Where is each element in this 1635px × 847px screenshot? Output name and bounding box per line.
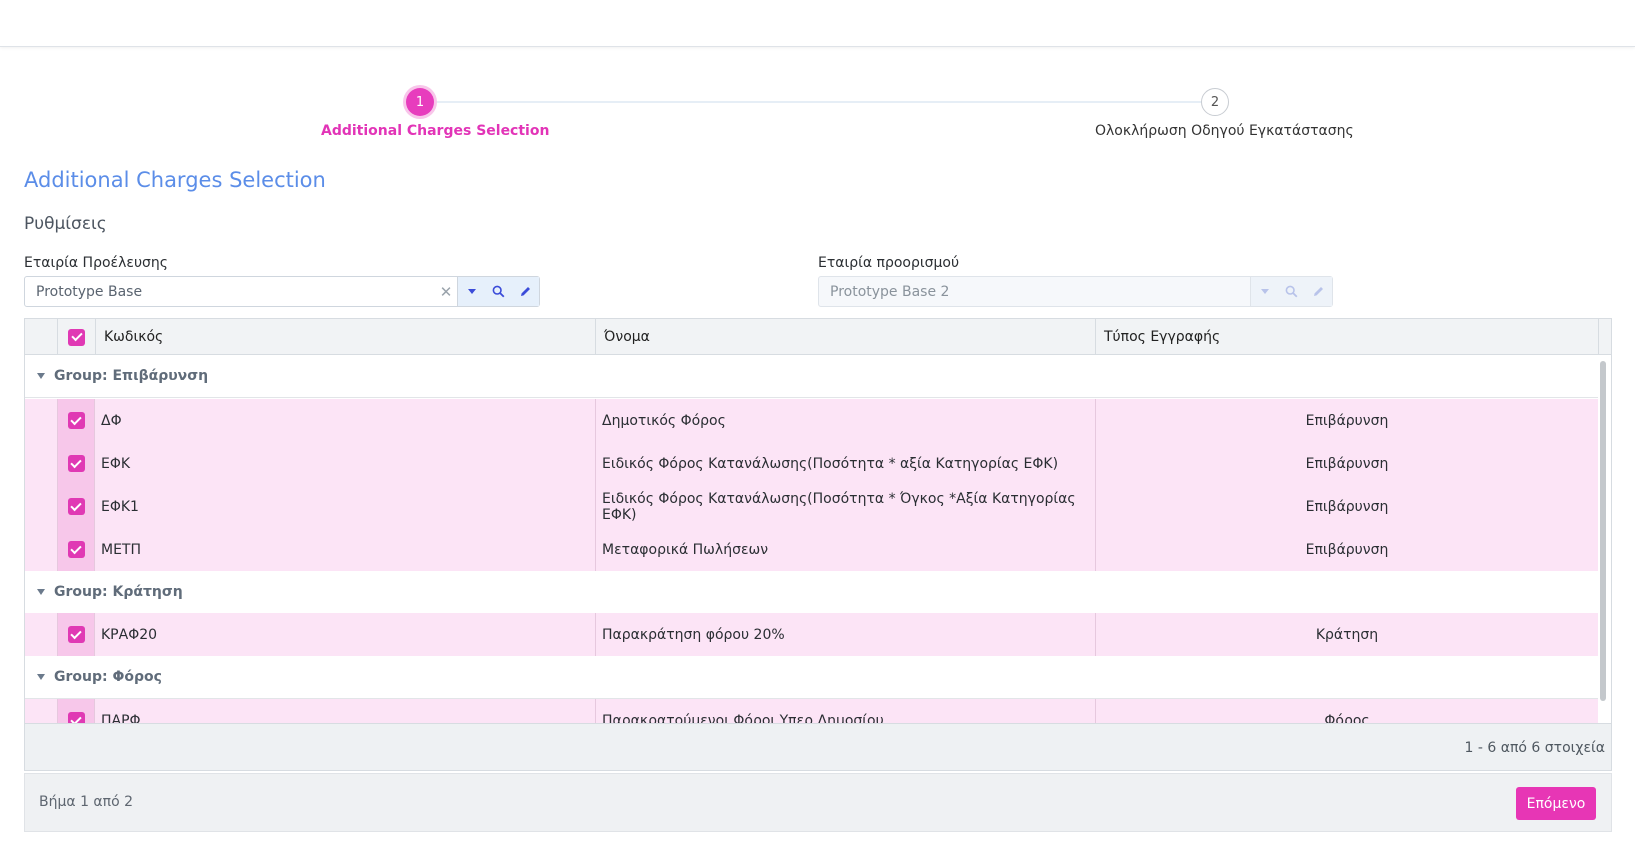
table-row[interactable]: ΚΡΑΦ20 Παρακράτηση φόρου 20% Κράτηση xyxy=(25,613,1598,656)
grid-pager: 1 - 6 από 6 στοιχεία xyxy=(25,723,1611,770)
row-checkbox[interactable] xyxy=(67,412,85,429)
step-1-label[interactable]: Additional Charges Selection xyxy=(321,123,549,139)
source-company-combobox[interactable]: Prototype Base ✕ xyxy=(24,276,540,307)
chevron-down-icon xyxy=(467,289,476,294)
edit-button-disabled xyxy=(1305,277,1332,306)
source-company-label: Εταιρία Προέλευσης xyxy=(24,255,169,271)
row-checkbox[interactable] xyxy=(67,455,85,472)
next-button[interactable]: Επόμενο xyxy=(1516,787,1596,820)
table-row[interactable]: ΠΑΡΦ Παρακρατούμενοι Φόροι Υπερ Δημοσίου… xyxy=(25,699,1598,723)
pencil-icon xyxy=(1314,287,1323,296)
search-icon xyxy=(1285,285,1298,298)
step-1-indicator[interactable]: 1 xyxy=(406,88,434,116)
target-company-combobox[interactable]: Prototype Base 2 xyxy=(818,276,1333,307)
row-select-cell[interactable] xyxy=(57,613,95,656)
cell-code: ΠΑΡΦ xyxy=(101,712,141,724)
step-counter: Βήμα 1 από 2 xyxy=(39,794,134,810)
step-2-indicator[interactable]: 2 xyxy=(1201,88,1229,116)
row-select-cell[interactable] xyxy=(57,399,95,442)
charges-grid: Κωδικός Όνομα Τύπος Εγγραφής Group: Επιβ… xyxy=(24,318,1612,771)
row-select-cell[interactable] xyxy=(57,699,95,723)
step-2-label[interactable]: Ολοκλήρωση Οδηγού Εγκατάστασης xyxy=(1095,123,1354,139)
column-header-code[interactable]: Κωδικός xyxy=(95,319,595,355)
cell-name: Δημοτικός Φόρος xyxy=(595,399,1095,442)
cell-code: ΔΦ xyxy=(101,412,122,429)
column-header-type[interactable]: Τύπος Εγγραφής xyxy=(1095,319,1598,355)
cell-name: Παρακρατούμενοι Φόροι Υπερ Δημοσίου xyxy=(595,699,1095,723)
cell-name: Μεταφορικά Πωλήσεων xyxy=(595,528,1095,571)
group-label: Group: Κράτηση xyxy=(54,584,183,600)
group-row[interactable]: Group: Φόρος xyxy=(25,656,1598,699)
row-checkbox[interactable] xyxy=(67,626,85,643)
cell-type: Κράτηση xyxy=(1095,613,1598,656)
row-select-cell[interactable] xyxy=(57,442,95,485)
collapse-icon[interactable] xyxy=(37,373,45,379)
target-company-value[interactable]: Prototype Base 2 xyxy=(819,284,1250,300)
stepper-line xyxy=(420,101,1216,103)
cell-type: Επιβάρυνση xyxy=(1095,528,1598,571)
cell-code: ΜΕΤΠ xyxy=(101,541,142,558)
dropdown-button[interactable] xyxy=(458,277,485,306)
group-row[interactable]: Group: Επιβάρυνση xyxy=(25,355,1598,398)
top-bar xyxy=(0,0,1635,47)
cell-type: Επιβάρυνση xyxy=(1095,485,1598,528)
cell-type: Επιβάρυνση xyxy=(1095,442,1598,485)
wizard-footer: Βήμα 1 από 2 Επόμενο xyxy=(24,773,1612,832)
dropdown-button-disabled xyxy=(1251,277,1278,306)
row-checkbox[interactable] xyxy=(67,541,85,558)
row-select-cell[interactable] xyxy=(57,528,95,571)
table-row[interactable]: ΕΦΚ Ειδικός Φόρος Κατανάλωσης(Ποσότητα *… xyxy=(25,442,1598,485)
cell-type: Φόρος xyxy=(1095,699,1598,723)
header-scroll-spacer xyxy=(1598,319,1611,355)
collapse-icon[interactable] xyxy=(37,589,45,595)
cell-name: Ειδικός Φόρος Κατανάλωσης(Ποσότητα * Όγκ… xyxy=(595,485,1095,528)
chevron-down-icon xyxy=(1260,289,1269,294)
pencil-icon xyxy=(521,287,530,296)
cell-name: Παρακράτηση φόρου 20% xyxy=(595,613,1095,656)
table-row[interactable]: ΜΕΤΠ Μεταφορικά Πωλήσεων Επιβάρυνση xyxy=(25,528,1598,571)
group-label: Group: Φόρος xyxy=(54,669,162,685)
cell-code: ΕΦΚ1 xyxy=(101,498,139,515)
table-row[interactable]: ΔΦ Δημοτικός Φόρος Επιβάρυνση xyxy=(25,399,1598,442)
select-all-checkbox[interactable] xyxy=(68,328,85,346)
page-title: Additional Charges Selection xyxy=(24,168,326,192)
source-company-value[interactable]: Prototype Base xyxy=(25,284,435,300)
edit-button[interactable] xyxy=(512,277,539,306)
grid-scrollbar[interactable] xyxy=(1600,361,1606,701)
table-row[interactable]: ΕΦΚ1 Ειδικός Φόρος Κατανάλωσης(Ποσότητα … xyxy=(25,485,1598,528)
grid-body: Group: Επιβάρυνση ΔΦ Δημοτικός Φόρος Επι… xyxy=(25,355,1598,723)
cell-code: ΚΡΑΦ20 xyxy=(101,626,158,643)
search-icon xyxy=(492,285,505,298)
search-button-disabled xyxy=(1278,277,1305,306)
group-label: Group: Επιβάρυνση xyxy=(54,368,209,384)
collapse-icon[interactable] xyxy=(37,674,45,680)
row-select-cell[interactable] xyxy=(57,485,95,528)
target-company-label: Εταιρία προορισμού xyxy=(818,255,960,271)
cell-type: Επιβάρυνση xyxy=(1095,399,1598,442)
clear-icon[interactable]: ✕ xyxy=(435,283,457,301)
row-checkbox[interactable] xyxy=(67,712,85,723)
section-title: Ρυθμίσεις xyxy=(24,214,107,234)
pager-info: 1 - 6 από 6 στοιχεία xyxy=(1464,740,1605,756)
group-row[interactable]: Group: Κράτηση xyxy=(25,571,1598,614)
select-all-cell[interactable] xyxy=(57,319,95,355)
cell-code: ΕΦΚ xyxy=(101,455,131,472)
cell-name: Ειδικός Φόρος Κατανάλωσης(Ποσότητα * αξί… xyxy=(595,442,1095,485)
search-button[interactable] xyxy=(485,277,512,306)
column-header-name[interactable]: Όνομα xyxy=(595,319,1095,355)
grid-header: Κωδικός Όνομα Τύπος Εγγραφής xyxy=(25,319,1611,355)
row-checkbox[interactable] xyxy=(67,498,85,515)
